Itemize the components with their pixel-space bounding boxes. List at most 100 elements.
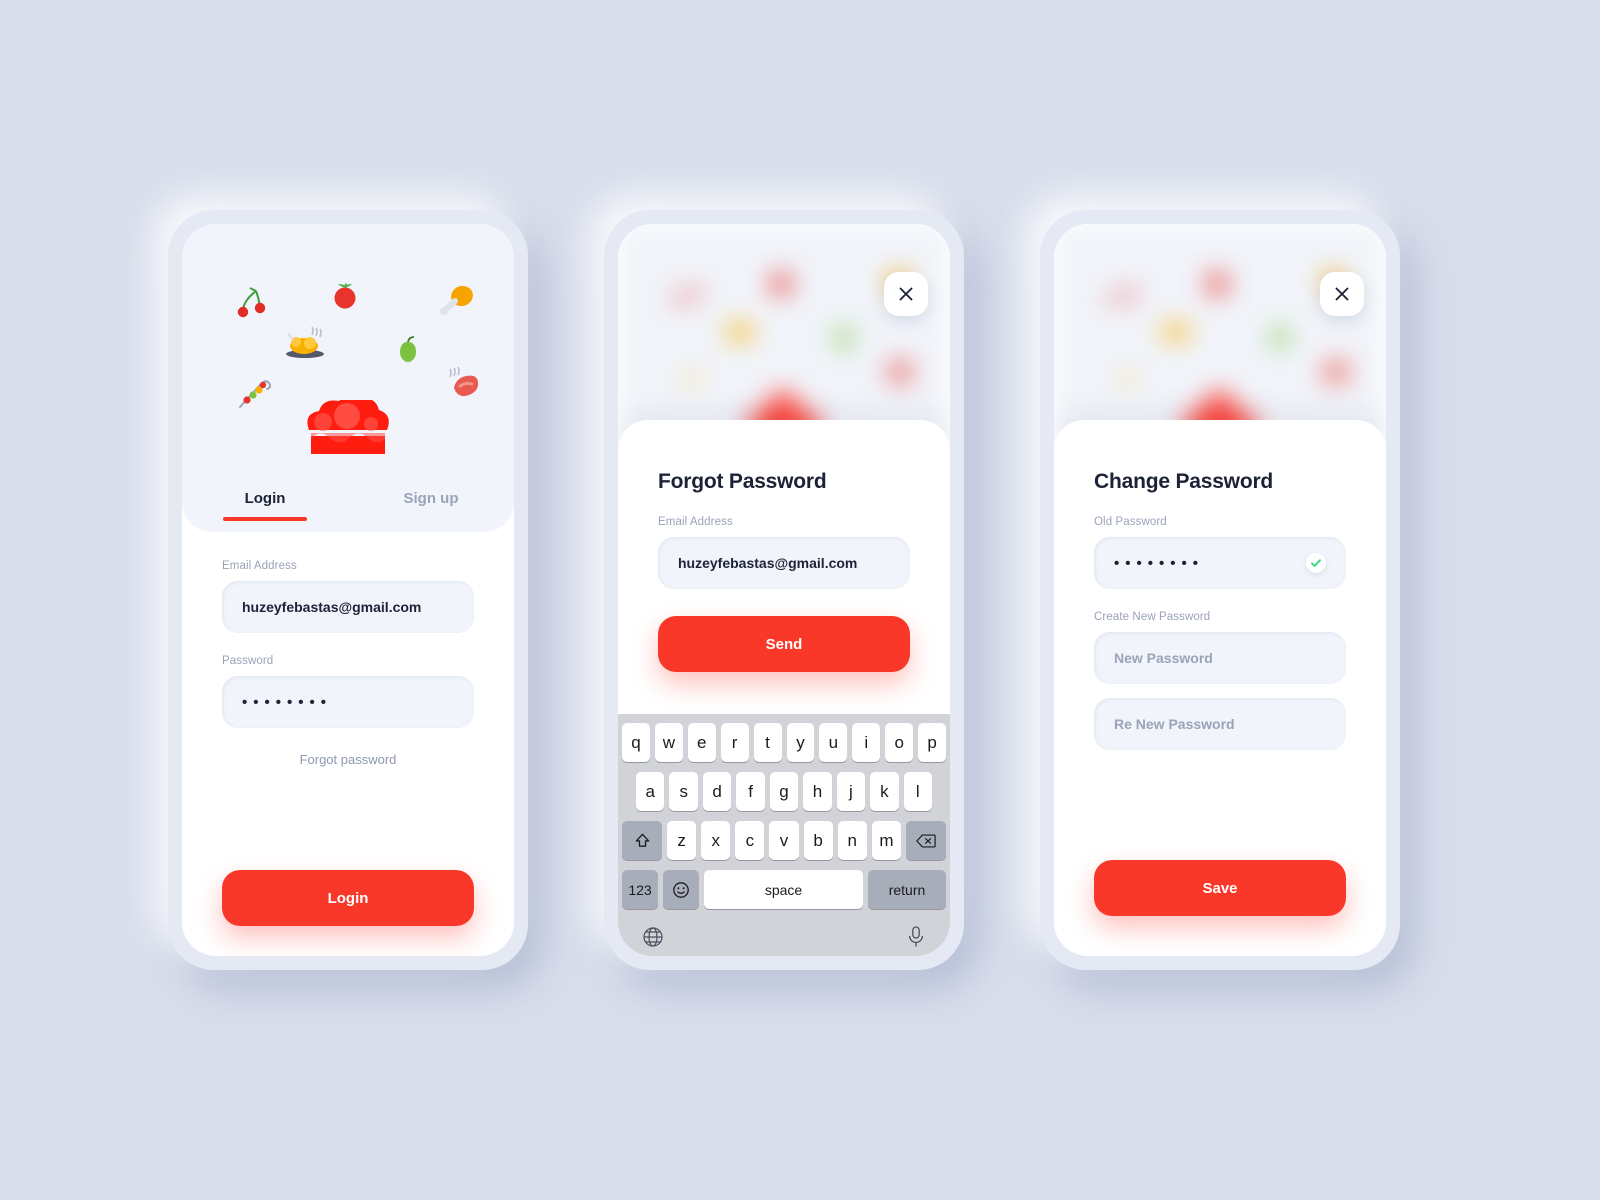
steak-icon	[449, 366, 479, 397]
forgot-password-screen: Forgot Password Email Address huzeyfebas…	[618, 224, 950, 956]
forgot-password-title: Forgot Password	[658, 470, 827, 493]
key-t[interactable]: t	[753, 723, 782, 762]
steak-icon	[1323, 362, 1349, 382]
login-form: Email Address huzeyfebastas@gmail.com Pa…	[222, 560, 474, 767]
pear-icon	[400, 336, 416, 362]
chef-hat-logo	[307, 400, 389, 454]
key-z[interactable]: z	[667, 821, 697, 860]
blurred-hero-backdrop	[1054, 224, 1386, 440]
key-p[interactable]: p	[918, 723, 947, 762]
keyboard-bottom-bar	[618, 919, 950, 949]
key-u[interactable]: u	[819, 723, 848, 762]
change-password-title: Change Password	[1094, 470, 1274, 493]
old-password-input[interactable]: ••••••••	[1094, 537, 1346, 589]
key-a[interactable]: a	[636, 772, 665, 811]
keyboard-row-3: zxcvbnm	[618, 821, 950, 860]
backspace-icon-glyph	[916, 834, 936, 847]
auth-tabs: Login Sign up	[182, 490, 514, 521]
tomato-icon	[334, 283, 356, 309]
tab-login[interactable]: Login	[182, 490, 348, 521]
key-l[interactable]: l	[903, 772, 932, 811]
design-canvas: Login Sign up Email Address huzeyfebasta…	[0, 0, 1600, 1200]
roast-chicken-icon	[286, 326, 324, 358]
password-input[interactable]: ••••••••	[222, 676, 474, 728]
keyboard-row-3-letters: zxcvbnm	[667, 821, 901, 860]
emoji-icon-glyph	[673, 881, 689, 898]
change-password-form: Old Password •••••••• Create New Passwor…	[1094, 516, 1346, 750]
keyboard-row-1: qwertyuiop	[618, 723, 950, 762]
key-h[interactable]: h	[803, 772, 832, 811]
key-v[interactable]: v	[769, 821, 799, 860]
email-label: Email Address	[658, 516, 733, 528]
chicken-drumstick-icon	[440, 285, 473, 315]
key-j[interactable]: j	[836, 772, 866, 811]
email-input[interactable]: huzeyfebastas@gmail.com	[658, 537, 910, 589]
forgot-password-sheet: Forgot Password Email Address huzeyfebas…	[618, 420, 950, 714]
kebab-skewer-icon	[1121, 372, 1135, 385]
tomato-icon	[1206, 273, 1228, 295]
check-icon	[1306, 553, 1326, 573]
old-password-label: Old Password	[1094, 516, 1167, 528]
login-hero-panel	[182, 224, 514, 532]
key-s[interactable]: s	[669, 772, 698, 811]
key-e[interactable]: e	[687, 723, 716, 762]
pear-icon	[1272, 328, 1288, 348]
keyboard-row-2: asdfghjkl	[618, 772, 950, 811]
password-masked-value: ••••••••	[242, 693, 333, 711]
return-key[interactable]: return	[868, 870, 946, 909]
backspace-icon[interactable]	[906, 821, 946, 860]
close-icon-glyph	[899, 287, 913, 301]
forgot-password-link[interactable]: Forgot password	[222, 752, 474, 767]
microphone-icon[interactable]	[906, 925, 926, 949]
tomato-icon	[770, 273, 792, 295]
save-button[interactable]: Save	[1094, 860, 1346, 916]
key-i[interactable]: i	[852, 723, 881, 762]
space-key[interactable]: space	[704, 870, 863, 909]
kebab-skewer-icon	[685, 372, 699, 385]
new-password-input[interactable]: New Password	[1094, 632, 1346, 684]
key-f[interactable]: f	[736, 772, 765, 811]
key-m[interactable]: m	[871, 821, 901, 860]
change-password-screen: Change Password Old Password •••••••• Cr…	[1054, 224, 1386, 956]
key-c[interactable]: c	[735, 821, 765, 860]
key-y[interactable]: y	[786, 723, 815, 762]
kebab-skewer-icon	[239, 380, 272, 408]
close-icon[interactable]	[1320, 272, 1364, 316]
cherries-icon	[237, 287, 266, 318]
tab-signup[interactable]: Sign up	[348, 490, 514, 521]
check-icon-glyph	[1311, 559, 1321, 567]
email-input[interactable]: huzeyfebastas@gmail.com	[222, 581, 474, 633]
globe-icon[interactable]	[642, 926, 664, 948]
pear-icon	[836, 328, 852, 348]
cherries-icon	[1109, 288, 1138, 304]
key-g[interactable]: g	[769, 772, 799, 811]
phone-mockup-forgot-password: Forgot Password Email Address huzeyfebas…	[604, 210, 964, 970]
key-d[interactable]: d	[702, 772, 732, 811]
close-icon-glyph	[1335, 287, 1349, 301]
key-b[interactable]: b	[803, 821, 833, 860]
key-r[interactable]: r	[720, 723, 749, 762]
key-o[interactable]: o	[885, 723, 914, 762]
blurred-hero-backdrop	[618, 224, 950, 440]
key-k[interactable]: k	[870, 772, 899, 811]
key-n[interactable]: n	[837, 821, 867, 860]
key-x[interactable]: x	[701, 821, 731, 860]
login-button[interactable]: Login	[222, 870, 474, 926]
create-new-password-label: Create New Password	[1094, 611, 1211, 623]
close-icon[interactable]	[884, 272, 928, 316]
emoji-icon[interactable]	[663, 870, 699, 909]
key-w[interactable]: w	[654, 723, 683, 762]
phone-mockup-login: Login Sign up Email Address huzeyfebasta…	[168, 210, 528, 970]
shift-icon[interactable]	[622, 821, 662, 860]
old-password-masked-value: ••••••••	[1114, 554, 1205, 572]
re-new-password-input[interactable]: Re New Password	[1094, 698, 1346, 750]
onscreen-keyboard: qwertyuiop asdfghjkl zxcvbnm 123 space r…	[618, 714, 950, 956]
roast-chicken-icon	[726, 324, 754, 340]
steak-icon	[887, 362, 913, 382]
numbers-key[interactable]: 123	[622, 870, 658, 909]
email-label: Email Address	[222, 560, 297, 572]
send-button[interactable]: Send	[658, 616, 910, 672]
key-q[interactable]: q	[621, 723, 650, 762]
